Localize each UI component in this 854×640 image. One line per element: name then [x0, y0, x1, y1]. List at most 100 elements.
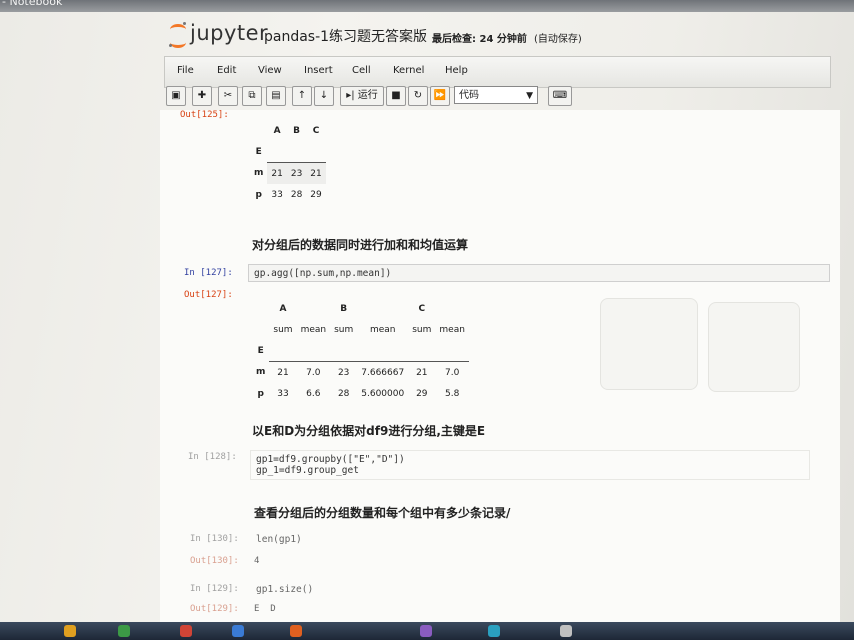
- ghost-panel: [708, 302, 800, 392]
- table-cell: 7.0: [435, 361, 469, 383]
- checkpoint-status: 最后检查: 24 分钟前: [432, 34, 527, 45]
- fast-forward-icon[interactable]: ⏩: [430, 86, 450, 106]
- app-icon[interactable]: [232, 625, 244, 637]
- code-cell-128[interactable]: gp1=df9.groupby(["E","D"]) gp_1=df9.grou…: [250, 450, 810, 480]
- app-icon[interactable]: [488, 625, 500, 637]
- table-cell: 29: [310, 189, 322, 200]
- subcolumn-header: sum: [334, 324, 354, 335]
- table-cell: 5.600000: [361, 388, 405, 399]
- ghost-panel: [600, 298, 698, 390]
- notebook-header: jupyter pandas-1练习题无答案版 最后检查: 24 分钟前 (自动…: [166, 16, 826, 58]
- subcolumn-header: mean: [300, 324, 327, 335]
- browser-tab-title[interactable]: - Notebook: [2, 0, 62, 8]
- table-cell: 23: [286, 162, 307, 184]
- run-button[interactable]: ▸| 运行: [340, 86, 384, 106]
- column-header: C: [312, 125, 320, 136]
- in-prompt-129: In [129]:: [190, 584, 239, 594]
- out-prompt-125: Out[125]:: [180, 110, 229, 120]
- chevron-down-icon: ▼: [526, 91, 533, 101]
- menu-kernel[interactable]: Kernel: [393, 65, 424, 76]
- browser-icon[interactable]: [180, 625, 192, 637]
- table-cell: 21: [306, 162, 326, 184]
- restart-icon[interactable]: ↻: [408, 86, 428, 106]
- menu-edit[interactable]: Edit: [217, 65, 236, 76]
- arrow-up-icon[interactable]: ↑: [292, 86, 312, 106]
- menu-insert[interactable]: Insert: [304, 65, 333, 76]
- table-cell: 33: [277, 388, 289, 399]
- row-index: m: [256, 367, 266, 378]
- code-cell-129[interactable]: gp1.size(): [250, 580, 800, 598]
- notebook-container: Out[125]: A B C E m 21 23 21 p 33 28 29 …: [160, 110, 840, 622]
- table-cell: 28: [290, 189, 303, 200]
- table-cell: 21: [269, 361, 297, 383]
- table-row: p 33 28 29: [250, 184, 326, 205]
- table-cell: 23: [330, 361, 358, 383]
- column-group: C: [418, 303, 426, 314]
- in-prompt-127: In [127]:: [184, 268, 233, 278]
- table-cell: 21: [408, 361, 436, 383]
- plus-icon[interactable]: ✚: [192, 86, 212, 106]
- dataframe-output-125: A B C E m 21 23 21 p 33 28 29: [250, 120, 326, 205]
- app-icon[interactable]: [420, 625, 432, 637]
- app-icon[interactable]: [118, 625, 130, 637]
- table-cell: 21: [267, 162, 287, 184]
- menu-bar: File Edit View Insert Cell Kernel Help: [164, 56, 831, 88]
- row-index: p: [255, 189, 262, 200]
- arrow-down-icon[interactable]: ↓: [314, 86, 334, 106]
- column-header: B: [293, 125, 300, 136]
- column-group: B: [340, 303, 348, 314]
- cell-type-value: 代码: [459, 90, 479, 101]
- menu-cell[interactable]: Cell: [352, 65, 371, 76]
- index-name: E: [257, 345, 264, 356]
- table-row: m 21 23 21: [250, 162, 326, 184]
- cut-icon[interactable]: ✂: [218, 86, 238, 106]
- subcolumn-header: sum: [412, 324, 432, 335]
- notebook-title[interactable]: pandas-1练习题无答案版: [264, 26, 427, 46]
- in-prompt-128: In [128]:: [188, 452, 237, 462]
- table-cell: 33: [271, 189, 283, 200]
- in-prompt-130: In [130]:: [190, 534, 239, 544]
- save-icon[interactable]: ▣: [166, 86, 186, 106]
- markdown-heading[interactable]: 对分组后的数据同时进行加和和均值运算: [252, 236, 468, 253]
- notebook-page: jupyter pandas-1练习题无答案版 最后检查: 24 分钟前 (自动…: [0, 12, 854, 622]
- table-cell: 7.0: [296, 361, 331, 383]
- table-row: m 21 7.0 23 7.666667 21 7.0: [252, 361, 469, 383]
- table-cell: 7.666667: [357, 361, 409, 383]
- out-prompt-130: Out[130]:: [190, 556, 239, 566]
- notebook-toolbar: ▣ ✚ ✂ ⧉ ▤ ↑ ↓ ▸| 运行 ■ ↻ ⏩ 代码 ▼ ⌨: [164, 86, 829, 110]
- jupyter-brand[interactable]: jupyter: [190, 21, 268, 45]
- markdown-heading[interactable]: 以E和D为分组依据对df9进行分组,主键是E: [252, 422, 485, 439]
- folder-icon[interactable]: [64, 625, 76, 637]
- column-group: A: [279, 303, 287, 314]
- dataframe-output-127: A B C sum mean sum mean sum mean E m 21 …: [252, 298, 469, 404]
- app-icon[interactable]: [290, 625, 302, 637]
- output-value-129: E D: [254, 604, 276, 614]
- table-cell: 6.6: [306, 388, 321, 399]
- markdown-heading[interactable]: 查看分组后的分组数量和每个组中有多少条记录/: [254, 504, 510, 521]
- menu-view[interactable]: View: [258, 65, 282, 76]
- out-prompt-129: Out[129]:: [190, 604, 239, 614]
- subcolumn-header: mean: [439, 324, 465, 335]
- menu-help[interactable]: Help: [445, 65, 468, 76]
- code-cell-130[interactable]: len(gp1): [250, 530, 800, 548]
- os-taskbar: [0, 622, 854, 640]
- jupyter-logo-icon[interactable]: [169, 22, 186, 48]
- autosave-status: (自动保存): [534, 34, 582, 45]
- copy-icon[interactable]: ⧉: [242, 86, 262, 106]
- cell-type-select[interactable]: 代码 ▼: [454, 86, 538, 104]
- row-index: p: [257, 388, 264, 399]
- table-cell: 5.8: [444, 388, 460, 399]
- app-icon[interactable]: [560, 625, 572, 637]
- menu-file[interactable]: File: [177, 65, 194, 76]
- paste-icon[interactable]: ▤: [266, 86, 286, 106]
- out-prompt-127: Out[127]:: [184, 290, 233, 300]
- run-button-label: 运行: [357, 90, 378, 101]
- table-cell: 29: [416, 388, 428, 399]
- browser-tab-strip: - Notebook: [0, 0, 854, 12]
- keyboard-icon[interactable]: ⌨: [548, 86, 572, 106]
- stop-icon[interactable]: ■: [386, 86, 406, 106]
- code-cell-127[interactable]: gp.agg([np.sum,np.mean]): [248, 264, 830, 282]
- output-value-130: 4: [254, 556, 260, 566]
- subcolumn-header: mean: [369, 324, 396, 335]
- row-index: m: [254, 168, 264, 179]
